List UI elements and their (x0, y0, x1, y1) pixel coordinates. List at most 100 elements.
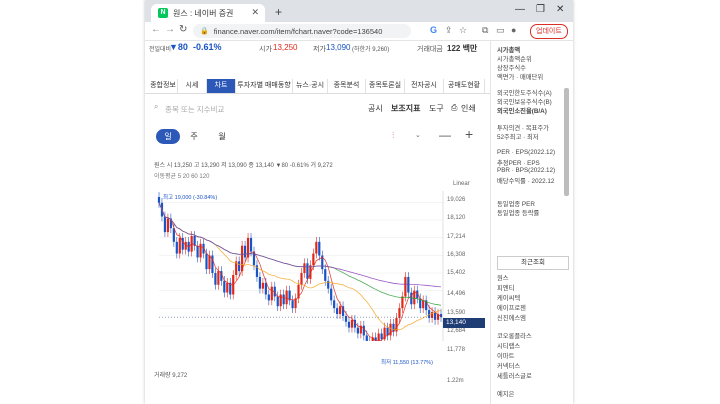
y-tick: 19,026 (447, 197, 466, 203)
candle-body (226, 282, 229, 293)
recent-item[interactable]: 시티랩스 (497, 341, 520, 350)
candle-body (181, 237, 184, 250)
rp-line: 외국인보유주식수(B) (497, 99, 552, 106)
candle-body (398, 308, 401, 318)
url-text: finance.naver.com/item/fchart.naver?code… (213, 26, 383, 36)
y-tick: 11,778 (447, 347, 465, 353)
candle-body (312, 253, 315, 266)
current-price-label: 13,140 (443, 318, 485, 328)
address-bar[interactable]: 🔒 finance.naver.com/item/fchart.naver?co… (193, 24, 411, 38)
rp-line: 동일업종 PER (497, 201, 535, 208)
candle-body (333, 300, 336, 309)
recent-item[interactable]: 커넥터스 (497, 361, 520, 370)
y-tick: 15,402 (447, 270, 466, 276)
recent-item[interactable]: 원스 (497, 273, 509, 282)
profile-icon[interactable]: ● (511, 25, 516, 35)
scrollbar-thumb[interactable] (564, 88, 569, 196)
forward-icon[interactable]: → (165, 24, 175, 35)
rp-line: 외국인소진율(B/A) (497, 108, 547, 115)
candle-body (330, 288, 333, 301)
candle-body (377, 333, 380, 341)
y-tick: 17,214 (447, 234, 466, 240)
recent-item[interactable]: 신진에스엠 (497, 313, 526, 322)
candle-body (362, 325, 365, 336)
browser-tab[interactable]: N 원스 : 네이버 증권 ✕ (151, 4, 265, 22)
candle-body (214, 273, 217, 285)
rp-line: PBR · BPS(2022.12) (497, 167, 556, 174)
minimize-icon[interactable]: — (515, 4, 525, 15)
rp-line: PER · EPS(2022.12) (497, 149, 556, 156)
sidepanel-icon[interactable]: ▭ (496, 25, 505, 36)
rp-line: 상장주식수 (497, 65, 526, 72)
google-icon[interactable]: G (430, 25, 437, 35)
recent-item[interactable]: 코오롱플라스 (497, 331, 532, 340)
lock-icon: 🔒 (200, 28, 209, 35)
candle-body (344, 315, 348, 322)
browser-window: N 원스 : 네이버 증권 ✕ + — ❐ ✕ ← → ↻ 🔒 finance.… (145, 0, 573, 404)
candle-body (285, 290, 288, 305)
back-icon[interactable]: ← (151, 24, 161, 35)
recent-item[interactable]: 예지은 (497, 389, 514, 398)
candle-body (208, 255, 211, 270)
candle-body (407, 276, 410, 293)
new-tab-icon[interactable]: + (275, 5, 282, 19)
candle-body (422, 300, 425, 309)
candle-body (380, 333, 383, 340)
candle-body (166, 218, 170, 233)
max-price-label: 최고 19,000 (-30.84%) (163, 195, 218, 201)
recent-item[interactable]: 세틀러스글로 (497, 371, 532, 380)
candle-body (404, 276, 407, 297)
rp-line: 시가총액순위 (497, 56, 532, 63)
y-tick: 13,590 (447, 310, 466, 316)
candle-body (264, 282, 267, 295)
candle-body (365, 335, 368, 341)
candle-body (338, 306, 342, 314)
candle-body (249, 237, 253, 252)
candle-body (318, 241, 321, 256)
naver-favicon-icon: N (158, 8, 168, 18)
reload-icon[interactable]: ↻ (179, 24, 187, 35)
maximize-icon[interactable]: ❐ (536, 4, 545, 15)
rp-line: 외국인한도주식수(A) (497, 90, 552, 97)
candle-body (223, 280, 226, 293)
tab-close-icon[interactable]: ✕ (251, 7, 259, 18)
recent-item[interactable]: 에이프로젠 (497, 303, 526, 312)
recent-item[interactable]: 이마트 (497, 351, 514, 360)
candle-body (315, 241, 318, 254)
candle-body (258, 276, 262, 289)
close-window-icon[interactable]: ✕ (556, 4, 564, 15)
rp-line: 동일업종 등락률 (497, 210, 540, 217)
candle-body (157, 197, 161, 203)
candle-body (243, 245, 247, 258)
candle-body (261, 282, 264, 289)
min-price-label: 최저 11,550 (13.77%) (381, 360, 433, 366)
candle-body (300, 273, 303, 285)
candle-body (356, 327, 359, 334)
volume-axis-label: 1.22m (447, 378, 464, 384)
rp-line: 투자의견 · 목표주가 (497, 125, 549, 132)
candle-body (303, 263, 306, 274)
rp-line: 추정PER · EPS (497, 160, 540, 167)
rp-line: 배당수익률 · 2022.12 (497, 178, 555, 185)
desktop-right (575, 0, 720, 404)
candle-body (163, 216, 167, 233)
page-content: 전일대비 ▼80 -0.61% 시가 13,250 저가 13,090 (하한가… (145, 41, 573, 404)
right-info-panel: 시가총액 시가총액순위 상장주식수 액면가 · 매매단위 외국인한도주식수(A)… (497, 41, 573, 404)
candle-body (267, 294, 270, 301)
rp-line: 시가총액 (497, 47, 521, 54)
y-tick: 18,120 (447, 215, 466, 221)
recent-item[interactable]: 케이씨텍 (497, 293, 520, 302)
recent-view-header[interactable]: 최근조회 (497, 256, 569, 270)
candle-body (199, 243, 202, 258)
share-icon[interactable]: ⇪ (445, 25, 453, 36)
candle-body (279, 294, 282, 307)
bookmark-star-icon[interactable]: ☆ (459, 25, 467, 36)
candle-body (324, 269, 327, 281)
extensions-icon[interactable]: ⧉ (482, 25, 488, 36)
recent-item[interactable]: 피엔티 (497, 283, 514, 292)
volume-label: 거래량 9,272 (154, 373, 188, 379)
address-row: ← → ↻ 🔒 finance.naver.com/item/fchart.na… (145, 22, 573, 41)
candle-body (217, 271, 220, 285)
update-button[interactable]: 업데이트 (530, 24, 568, 39)
price-chart[interactable] (145, 41, 490, 341)
